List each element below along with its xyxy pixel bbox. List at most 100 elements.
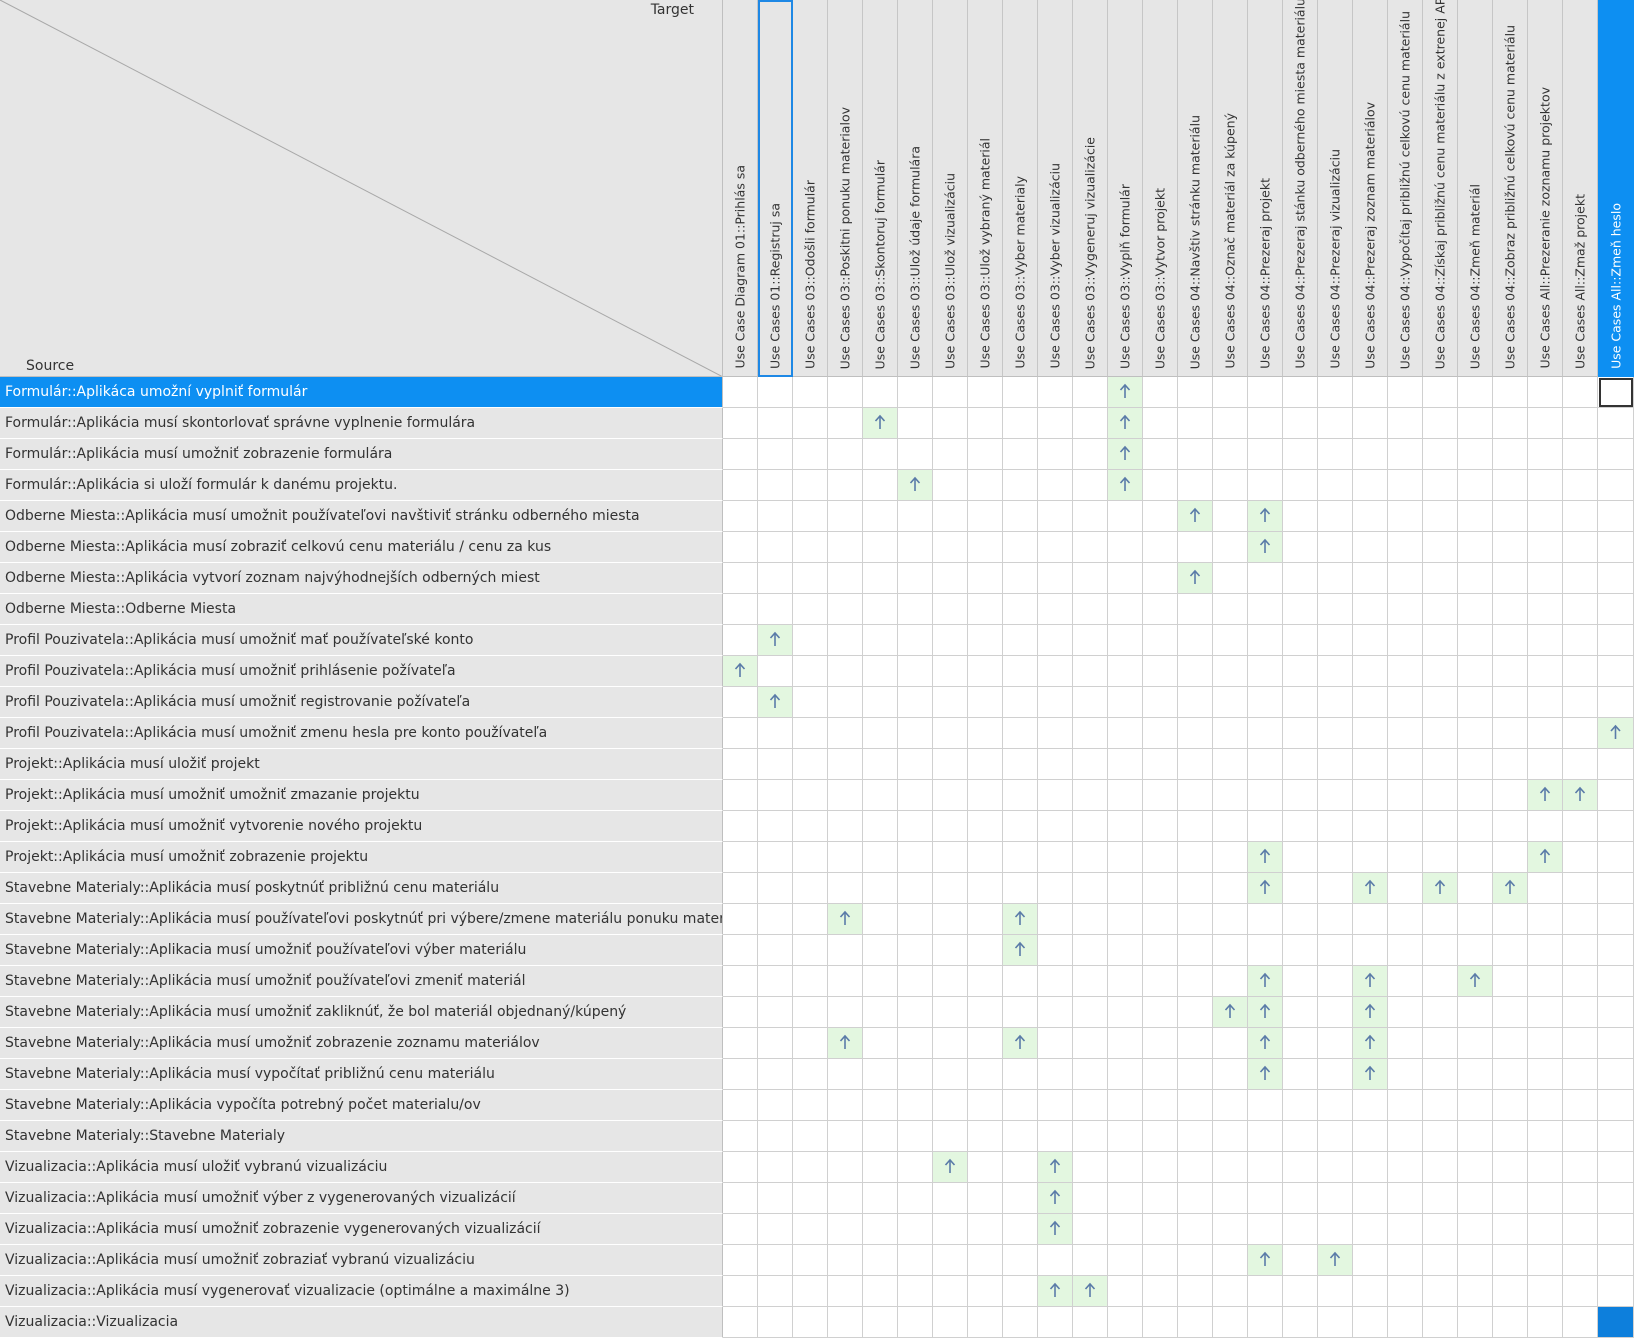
matrix-cell[interactable] [933,439,968,470]
matrix-cell[interactable] [1213,625,1248,656]
matrix-cell[interactable] [1178,780,1213,811]
matrix-cell[interactable] [1388,501,1423,532]
matrix-cell[interactable] [1213,904,1248,935]
matrix-cell[interactable] [1528,966,1563,997]
matrix-cell[interactable] [1038,501,1073,532]
matrix-cell[interactable] [1458,532,1493,563]
matrix-cell[interactable] [1073,1214,1108,1245]
matrix-cell[interactable] [1423,1276,1458,1307]
column-header[interactable]: Use Case Diagram 01::Prihlás sa [723,0,758,377]
matrix-cell[interactable] [898,997,933,1028]
matrix-cell[interactable] [1353,749,1388,780]
matrix-cell[interactable] [1493,656,1528,687]
matrix-cell[interactable] [1073,1090,1108,1121]
matrix-cell[interactable] [828,594,863,625]
matrix-cell[interactable] [1423,1214,1458,1245]
matrix-cell[interactable] [1493,811,1528,842]
row-header[interactable]: Projekt::Aplikácia musí umožniť zobrazen… [0,842,723,873]
matrix-cell[interactable] [1388,439,1423,470]
matrix-cell[interactable] [1178,1028,1213,1059]
matrix-cell[interactable] [968,1090,1003,1121]
matrix-cell[interactable] [1178,377,1213,408]
matrix-cell[interactable] [968,594,1003,625]
matrix-cell[interactable] [1318,780,1353,811]
matrix-cell[interactable] [1598,966,1634,997]
matrix-cell[interactable] [1038,1307,1073,1338]
matrix-cell[interactable] [1388,408,1423,439]
matrix-cell[interactable] [1318,532,1353,563]
matrix-cell[interactable] [1318,873,1353,904]
matrix-cell[interactable] [1143,780,1178,811]
row-header[interactable]: Formulár::Aplikácia musí skontorlovať sp… [0,408,723,439]
matrix-cell[interactable] [1108,1214,1143,1245]
matrix-cell[interactable] [1213,1090,1248,1121]
matrix-cell-dependency[interactable] [1248,1059,1283,1090]
matrix-cell[interactable] [1598,904,1634,935]
matrix-cell[interactable] [1493,408,1528,439]
matrix-cell[interactable] [1353,656,1388,687]
matrix-cell[interactable] [1178,1276,1213,1307]
matrix-cell[interactable] [1213,501,1248,532]
matrix-cell[interactable] [723,873,758,904]
matrix-cell[interactable] [1423,656,1458,687]
matrix-cell[interactable] [1353,1307,1388,1338]
matrix-cell[interactable] [1038,563,1073,594]
matrix-cell[interactable] [1283,1214,1318,1245]
matrix-cell[interactable] [1563,1152,1598,1183]
matrix-cell[interactable] [1178,532,1213,563]
matrix-cell[interactable] [1423,594,1458,625]
matrix-cell[interactable] [828,656,863,687]
matrix-cell[interactable] [1563,408,1598,439]
matrix-cell[interactable] [1108,1028,1143,1059]
matrix-cell[interactable] [1388,656,1423,687]
matrix-cell[interactable] [1038,935,1073,966]
matrix-cell[interactable] [828,439,863,470]
matrix-cell[interactable] [1143,997,1178,1028]
matrix-cell[interactable] [1458,501,1493,532]
matrix-cell[interactable] [1073,1183,1108,1214]
matrix-cell[interactable] [1143,501,1178,532]
matrix-cell[interactable] [933,687,968,718]
matrix-cell[interactable] [1213,532,1248,563]
matrix-cell[interactable] [1563,563,1598,594]
matrix-cell[interactable] [1353,842,1388,873]
matrix-cell[interactable] [1423,470,1458,501]
matrix-cell[interactable] [1458,1028,1493,1059]
matrix-cell[interactable] [1283,1183,1318,1214]
row-header[interactable]: Formulár::Aplikácia si uloží formulár k … [0,470,723,501]
matrix-cell[interactable] [1598,1214,1634,1245]
matrix-cell[interactable] [1388,1183,1423,1214]
matrix-cell[interactable] [793,718,828,749]
matrix-cell[interactable] [1493,470,1528,501]
matrix-cell[interactable] [1073,780,1108,811]
matrix-cell[interactable] [933,904,968,935]
matrix-cell[interactable] [1108,625,1143,656]
column-header[interactable]: Use Cases All::Zmeň heslo [1598,0,1634,377]
matrix-cell[interactable] [898,594,933,625]
matrix-cell[interactable] [1108,1090,1143,1121]
matrix-cell[interactable] [1283,687,1318,718]
matrix-cell[interactable] [1038,904,1073,935]
matrix-cell[interactable] [1423,749,1458,780]
matrix-cell[interactable] [898,439,933,470]
matrix-cell[interactable] [1598,408,1634,439]
matrix-cell[interactable] [1003,1307,1038,1338]
matrix-cell[interactable] [933,749,968,780]
matrix-cell[interactable] [1388,625,1423,656]
matrix-cell[interactable] [1493,718,1528,749]
matrix-cell[interactable] [1108,687,1143,718]
matrix-cell[interactable] [723,749,758,780]
matrix-cell[interactable] [1598,1245,1634,1276]
matrix-cell[interactable] [1248,377,1283,408]
matrix-cell[interactable] [1038,1090,1073,1121]
matrix-cell[interactable] [1388,904,1423,935]
matrix-cell[interactable] [1458,1214,1493,1245]
matrix-cell[interactable] [898,1183,933,1214]
matrix-cell[interactable] [1388,1276,1423,1307]
matrix-cell[interactable] [1423,1183,1458,1214]
row-header[interactable]: Projekt::Aplikácia musí umožniť umožniť … [0,780,723,811]
matrix-cell[interactable] [1073,904,1108,935]
matrix-cell[interactable] [1213,1183,1248,1214]
matrix-cell[interactable] [1178,749,1213,780]
row-header[interactable]: Stavebne Materialy::Aplikácia musí umožn… [0,997,723,1028]
